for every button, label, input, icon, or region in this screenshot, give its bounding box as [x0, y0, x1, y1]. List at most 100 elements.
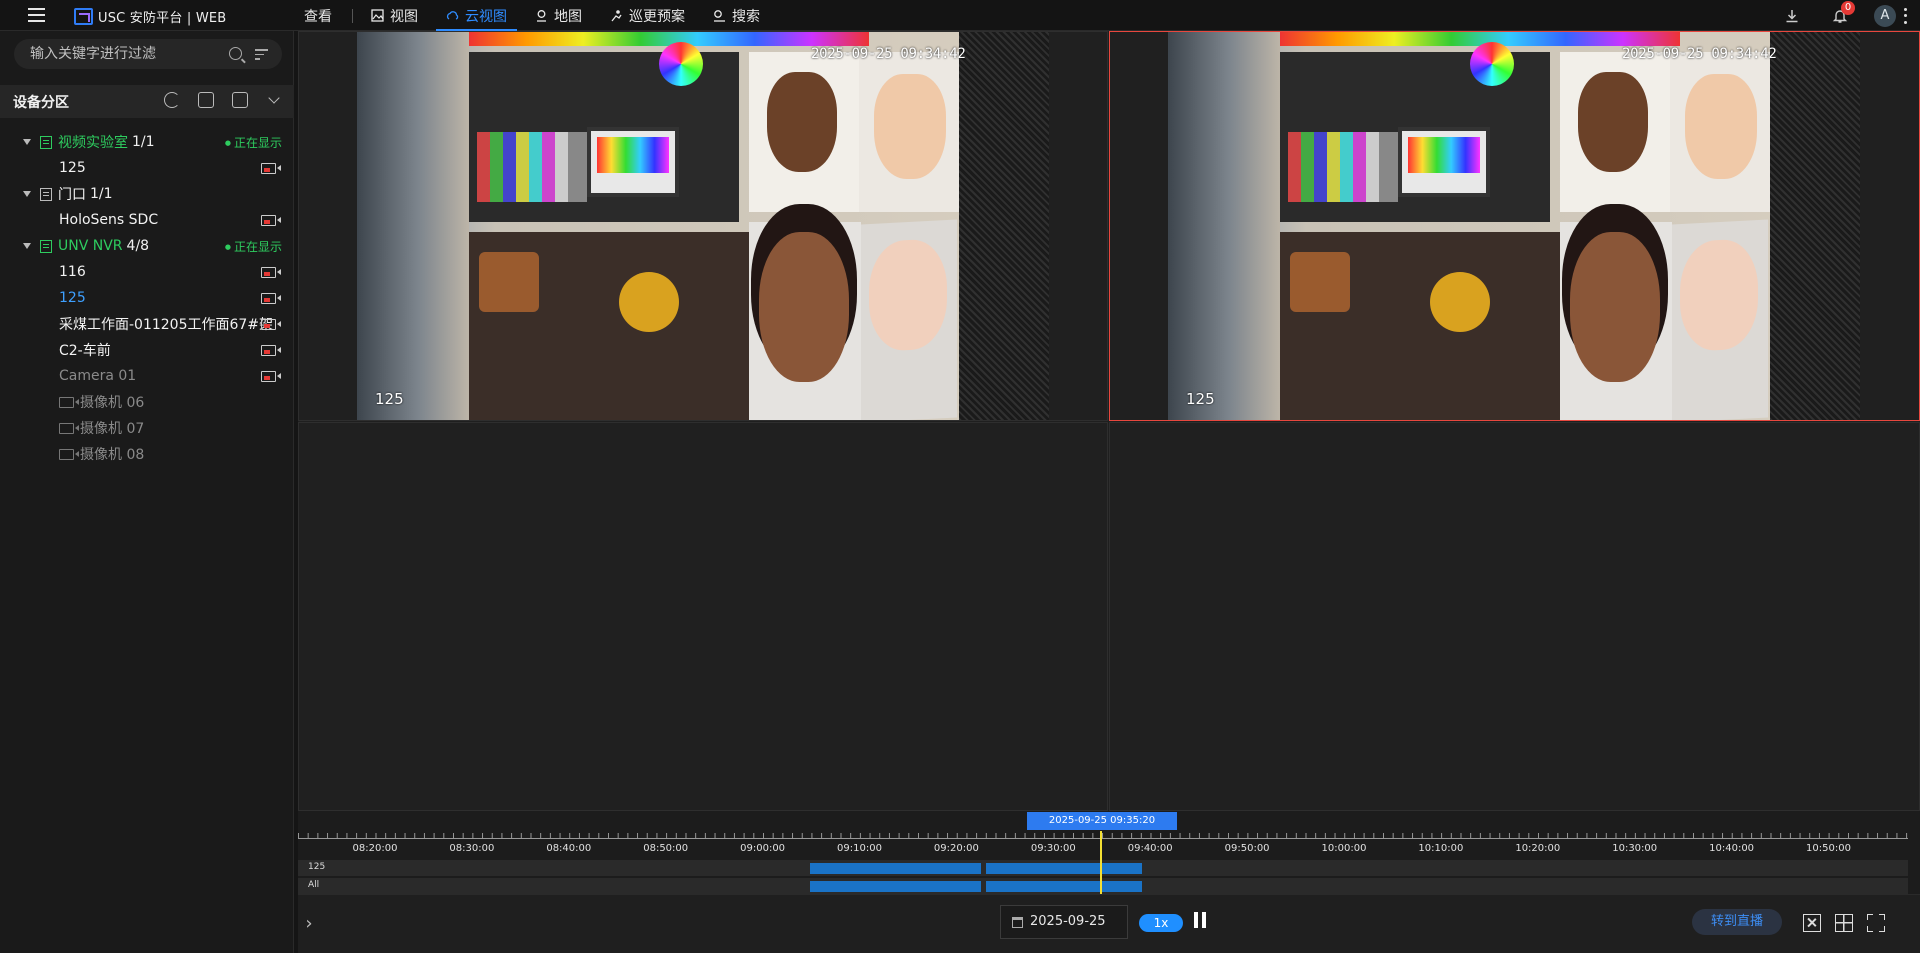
timeline-tick-label: 10:30:00	[1612, 843, 1658, 854]
logo-icon	[74, 8, 93, 25]
playback-cursor[interactable]	[1100, 831, 1102, 894]
camera-name: HoloSens SDC	[59, 212, 159, 228]
tree-camera[interactable]: 116	[0, 259, 294, 285]
app-logo: USC 安防平台 | WEB	[74, 7, 226, 26]
camera-offline-icon	[59, 448, 79, 460]
tree-camera[interactable]: 摄像机 06	[0, 389, 294, 415]
camera-offline-icon	[59, 422, 79, 434]
record-segment[interactable]	[810, 863, 981, 874]
timeline-tick-label: 10:40:00	[1709, 843, 1755, 854]
nav-item-label: 搜索	[732, 8, 760, 25]
cursor-time-label: 2025-09-25 09:35:20	[1027, 812, 1177, 830]
group-name: UNV NVR	[58, 238, 123, 254]
video-cell-2-selected[interactable]: 2025-09-25 09:34:42 125	[1109, 31, 1920, 421]
notification-bell-icon[interactable]: 0	[1832, 0, 1855, 24]
record-segment[interactable]	[986, 881, 1142, 892]
main-nav: 查看 视图 云视图 地图 巡更预案 搜索	[290, 0, 774, 31]
camera-name: Camera 01	[59, 368, 137, 384]
layout-grid-icon[interactable]	[1835, 914, 1853, 932]
chevron-down-icon[interactable]	[268, 92, 280, 104]
group-name: 门口	[58, 187, 86, 203]
nav-item-views[interactable]: 视图	[357, 0, 432, 31]
notification-badge: 0	[1841, 0, 1855, 15]
camera-name: 摄像机 08	[80, 447, 145, 463]
menu-icon[interactable]	[28, 8, 45, 22]
filter-input[interactable]	[30, 39, 230, 69]
timeline-tick-label: 08:30:00	[449, 843, 495, 854]
camera-icon	[261, 292, 281, 304]
nav-item-cloud-view[interactable]: 云视图	[432, 0, 521, 31]
channel-label: 125	[375, 390, 404, 408]
fullscreen-icon[interactable]	[1867, 914, 1885, 932]
section-header: 设备分区	[0, 85, 294, 118]
group-name: 视频实验室	[58, 135, 128, 151]
camera-icon	[261, 344, 281, 356]
camera-name: 采煤工作面-011205工作面67#架	[59, 317, 274, 333]
nav-view[interactable]: 查看	[290, 0, 346, 31]
record-segment[interactable]	[810, 881, 981, 892]
filter-options-icon[interactable]	[255, 49, 268, 60]
tree-camera[interactable]: 摄像机 07	[0, 415, 294, 441]
search-icon[interactable]	[229, 47, 242, 60]
video-feed	[1168, 32, 1860, 420]
tree-camera[interactable]: Camera 01	[0, 363, 294, 389]
refresh-icon[interactable]	[164, 92, 180, 108]
group-count: 1/1	[90, 186, 113, 202]
record-segment[interactable]	[986, 863, 1142, 874]
go-live-button[interactable]: 转到直播	[1692, 909, 1782, 935]
video-feed	[357, 32, 1049, 420]
section-tools	[146, 92, 282, 108]
channel-label: 125	[1186, 390, 1215, 408]
copy-icon[interactable]	[232, 92, 248, 108]
caret-down-icon[interactable]	[23, 191, 31, 197]
camera-icon	[261, 370, 281, 382]
export-icon[interactable]	[198, 92, 214, 108]
timeline-tick-label: 10:50:00	[1806, 843, 1851, 854]
nav-item-label: 视图	[390, 8, 418, 25]
avatar[interactable]: A	[1874, 4, 1896, 27]
tree-group[interactable]: 视频实验室 1/1 正在显示	[0, 129, 294, 155]
tree-group[interactable]: 门口 1/1	[0, 181, 294, 207]
group-count: 4/8	[126, 238, 150, 254]
nav-item-patrol[interactable]: 巡更预案	[596, 0, 699, 31]
top-right-tools: 0 A	[1768, 0, 1920, 31]
timeline-tick-label: 08:20:00	[352, 843, 398, 854]
caret-down-icon[interactable]	[23, 243, 31, 249]
playback-timeline[interactable]: 2025-09-25 09:35:20 08:20:00 08:30:00 08:4…	[298, 811, 1920, 894]
video-cell-4[interactable]	[1109, 422, 1920, 811]
pause-icon[interactable]	[1194, 912, 1206, 928]
timeline-track-all[interactable]: All	[298, 878, 1908, 894]
cloud-icon	[446, 9, 459, 22]
video-cell-3[interactable]	[298, 422, 1108, 811]
speed-button[interactable]: 1x	[1139, 914, 1183, 932]
nav-view-label: 查看	[304, 8, 332, 25]
tree-camera[interactable]: 125	[0, 285, 294, 311]
timeline-tick-label: 09:20:00	[933, 843, 979, 854]
tree-camera[interactable]: 采煤工作面-011205工作面67#架	[0, 311, 294, 337]
more-menu-icon[interactable]	[1904, 7, 1908, 24]
tree-camera[interactable]: 125	[0, 155, 294, 181]
track-name: 125	[308, 862, 326, 872]
close-all-icon[interactable]	[1803, 914, 1821, 932]
group-icon	[40, 135, 52, 149]
timeline-tick-label: 09:00:00	[740, 843, 786, 854]
caret-down-icon[interactable]	[23, 139, 31, 145]
tree-group[interactable]: UNV NVR 4/8 正在显示	[0, 233, 294, 259]
download-icon[interactable]	[1784, 8, 1800, 24]
video-cell-1[interactable]: 2025-09-25 09:34:42 125	[298, 31, 1108, 421]
chevron-right-icon[interactable]: ›	[300, 910, 318, 938]
camera-name: 116	[59, 264, 86, 280]
tree-camera[interactable]: HoloSens SDC	[0, 207, 294, 233]
device-tree: 视频实验室 1/1 正在显示 125 门口 1/1 HoloSens SDC U…	[0, 129, 294, 467]
device-sidebar: 设备分区 视频实验室 1/1 正在显示 125 门口 1/1	[0, 31, 294, 953]
timeline-track-125[interactable]: 125	[298, 860, 1908, 876]
date-picker[interactable]: 2025-09-25	[1000, 905, 1128, 939]
nav-item-map[interactable]: 地图	[521, 0, 596, 31]
video-timestamp: 2025-09-25 09:34:42	[811, 46, 966, 62]
nav-item-search[interactable]: 搜索	[699, 0, 774, 31]
tree-camera[interactable]: C2-车前	[0, 337, 294, 363]
date-value: 2025-09-25	[1030, 914, 1106, 929]
tree-camera[interactable]: 摄像机 08	[0, 441, 294, 467]
camera-name: 摄像机 06	[80, 395, 145, 411]
search-person-icon	[713, 9, 726, 22]
